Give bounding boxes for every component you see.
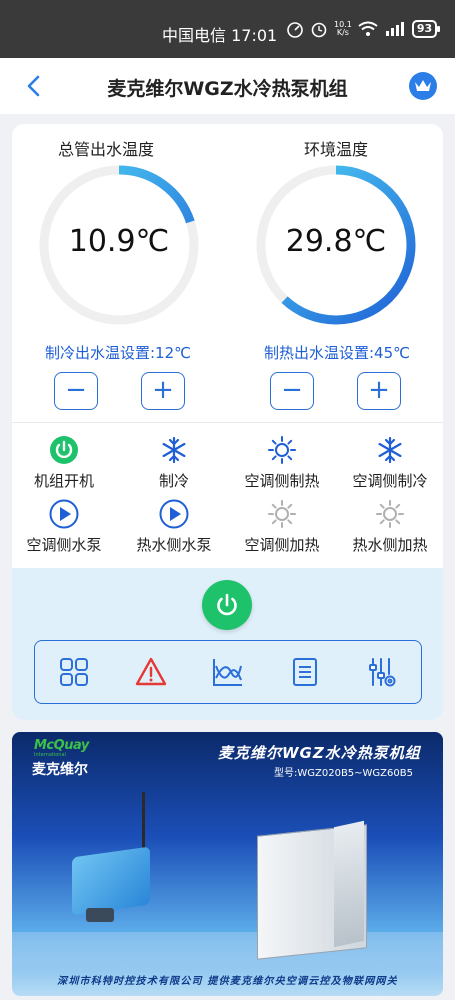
banner-footer: 深圳市科特时控技术有限公司 提供麦克维尔央空调云控及物联网网关 [57, 976, 398, 987]
control-area [12, 568, 443, 720]
main-card: 总管出水温度 10.9℃ 制冷出水温设置:12℃ − + 环境温度 29.8℃ … [12, 124, 443, 720]
chart-icon [212, 659, 242, 686]
brand-logo-en: McQuay [34, 738, 89, 753]
status-hw-pump: 热水侧水泵 [119, 498, 229, 555]
vip-button[interactable] [409, 72, 437, 100]
pump-icon [159, 499, 189, 529]
banner-title: 麦克维尔WGZ水冷热泵机组 [218, 744, 421, 762]
sun-icon [376, 500, 404, 528]
gauge-label-outlet: 总管出水温度 [57, 140, 154, 159]
warning-icon [135, 657, 166, 686]
alarm-button[interactable] [129, 650, 173, 694]
power-icon [50, 436, 78, 464]
status-hw-heater: 热水侧加热 [335, 498, 443, 555]
status-ac-pump: 空调侧水泵 [12, 498, 119, 555]
snowflake-icon [162, 436, 186, 464]
heating-plus-button[interactable]: + [357, 372, 401, 410]
promo-banner[interactable]: McQuay International 麦克维尔 麦克维尔WGZ水冷热泵机组 … [12, 732, 443, 996]
status-ac-heater: 空调侧加热 [227, 498, 337, 555]
heating-minus-button[interactable]: − [270, 372, 314, 410]
settings-icon [369, 658, 396, 687]
gateway-port [86, 908, 114, 922]
brand-logo-sub: International [34, 752, 66, 758]
status-ac-cooling: 空调侧制冷 [335, 434, 443, 491]
status-icons: 10.1 K/s 93 [286, 20, 441, 38]
snowflake-icon [378, 436, 402, 464]
status-cooling: 制冷 [119, 434, 229, 491]
cooling-plus-button[interactable]: + [141, 372, 185, 410]
trend-button[interactable] [206, 650, 250, 694]
settings-button[interactable] [360, 650, 404, 694]
net-speed: 10.1 K/s [334, 20, 352, 37]
status-bar: 中国电信 17:01 10.1 K/s 93 [0, 0, 455, 58]
list-icon [293, 658, 318, 686]
brand-logo-cn: 麦克维尔 [32, 762, 88, 778]
divider [12, 422, 443, 423]
status-ac-heating: 空调侧制热 [227, 434, 337, 491]
heat-pump-unit-side [334, 820, 364, 948]
grid-icon [59, 658, 88, 686]
setpoint-cooling: 制冷出水温设置:12℃ [45, 344, 191, 362]
cooling-minus-button[interactable]: − [54, 372, 98, 410]
power-icon [217, 593, 237, 616]
gauge-label-ambient: 环境温度 [303, 140, 368, 159]
nav-bar: 麦克维尔WGZ水冷热泵机组 [0, 58, 455, 114]
pump-icon [49, 499, 79, 529]
crown-icon [415, 80, 431, 91]
cellular-icon [385, 22, 404, 36]
water-surface [12, 932, 443, 972]
status-unit-on: 机组开机 [12, 434, 119, 491]
speedometer-icon [287, 22, 303, 38]
gateway-device [72, 846, 150, 916]
log-button[interactable] [283, 650, 327, 694]
gauge-value-ambient: 29.8℃ [285, 224, 387, 259]
carrier-time: 中国电信 17:01 [162, 26, 278, 45]
wifi-icon [358, 21, 378, 36]
overview-button[interactable] [52, 650, 96, 694]
page-title: 麦克维尔WGZ水冷热泵机组 [107, 78, 348, 100]
power-button[interactable] [202, 580, 252, 630]
battery-indicator: 93 [411, 20, 441, 38]
setpoint-heating: 制热出水温设置:45℃ [264, 344, 410, 362]
gauge-value-outlet: 10.9℃ [68, 224, 170, 259]
toolbar [34, 640, 422, 704]
banner-model: 型号:WGZ020B5~WGZ60B5 [274, 768, 413, 779]
sun-icon [268, 436, 296, 464]
sun-icon [268, 500, 296, 528]
alarm-clock-icon [311, 22, 327, 38]
